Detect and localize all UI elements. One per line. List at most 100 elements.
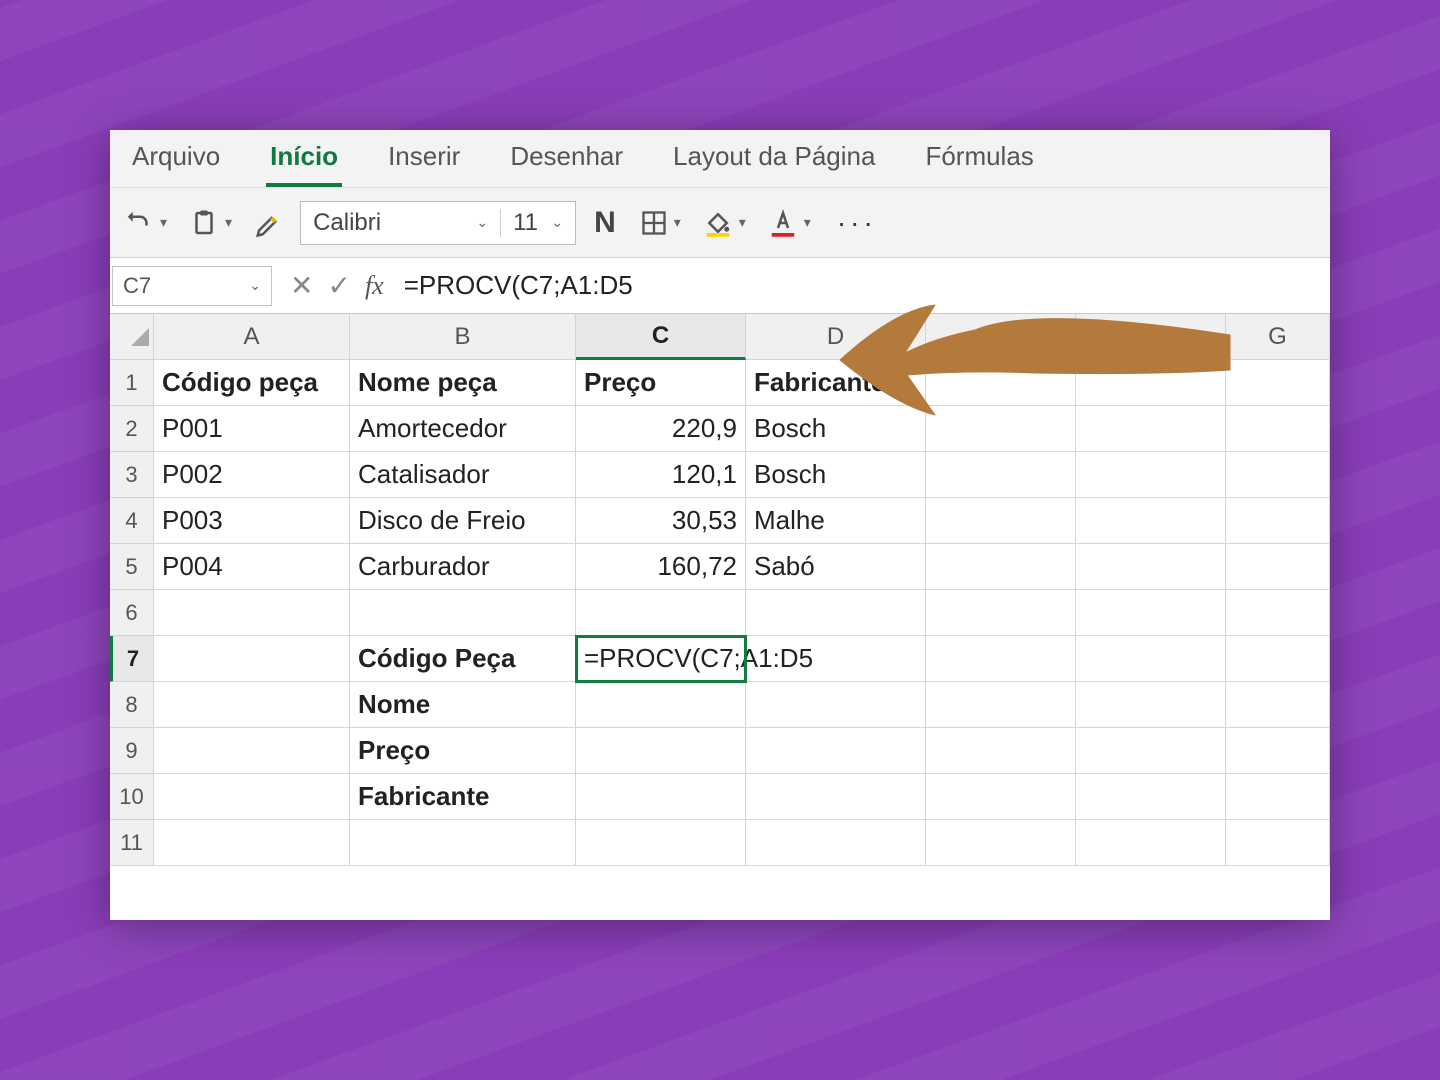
row-header-10[interactable]: 10 <box>110 774 154 820</box>
cell-B8[interactable]: Nome <box>350 682 576 728</box>
cell-B1[interactable]: Nome peça <box>350 360 576 406</box>
row-header-4[interactable]: 4 <box>110 498 154 544</box>
cell-D5[interactable]: Sabó <box>746 544 926 590</box>
cell-F11[interactable] <box>1076 820 1226 866</box>
font-color-button[interactable]: ▾ <box>762 204 817 242</box>
cell-B11[interactable] <box>350 820 576 866</box>
cancel-formula-button[interactable]: ✕ <box>290 269 313 302</box>
fill-color-button[interactable]: ▾ <box>697 204 752 242</box>
cell-G11[interactable] <box>1226 820 1330 866</box>
cell-G6[interactable] <box>1226 590 1330 636</box>
col-header-E[interactable]: E <box>926 314 1076 360</box>
cell-E8[interactable] <box>926 682 1076 728</box>
cell-B9[interactable]: Preço <box>350 728 576 774</box>
cell-F4[interactable] <box>1076 498 1226 544</box>
col-header-F[interactable]: F <box>1076 314 1226 360</box>
format-painter-button[interactable] <box>248 204 290 242</box>
cell-C6[interactable] <box>576 590 746 636</box>
cell-E2[interactable] <box>926 406 1076 452</box>
cell-G1[interactable] <box>1226 360 1330 406</box>
row-header-9[interactable]: 9 <box>110 728 154 774</box>
cell-B6[interactable] <box>350 590 576 636</box>
cell-B3[interactable]: Catalisador <box>350 452 576 498</box>
cell-C1[interactable]: Preço <box>576 360 746 406</box>
cell-C9[interactable] <box>576 728 746 774</box>
row-header-11[interactable]: 11 <box>110 820 154 866</box>
borders-button[interactable]: ▾ <box>634 205 687 241</box>
cell-G8[interactable] <box>1226 682 1330 728</box>
cell-G5[interactable] <box>1226 544 1330 590</box>
tab-inicio[interactable]: Início <box>266 130 342 187</box>
font-name-select[interactable]: Calibri ⌄ <box>301 209 501 237</box>
cell-D4[interactable]: Malhe <box>746 498 926 544</box>
cell-A11[interactable] <box>154 820 350 866</box>
cell-F3[interactable] <box>1076 452 1226 498</box>
row-header-6[interactable]: 6 <box>110 590 154 636</box>
tab-arquivo[interactable]: Arquivo <box>128 130 224 187</box>
font-size-select[interactable]: 11 ⌄ <box>501 209 575 237</box>
row-header-1[interactable]: 1 <box>110 360 154 406</box>
row-header-3[interactable]: 3 <box>110 452 154 498</box>
row-header-7[interactable]: 7 <box>110 636 154 682</box>
cell-D2[interactable]: Bosch <box>746 406 926 452</box>
formula-input[interactable]: =PROCV(C7;A1:D5 <box>394 270 1330 301</box>
cell-D9[interactable] <box>746 728 926 774</box>
cell-F2[interactable] <box>1076 406 1226 452</box>
cell-F9[interactable] <box>1076 728 1226 774</box>
col-header-G[interactable]: G <box>1226 314 1330 360</box>
cell-E6[interactable] <box>926 590 1076 636</box>
cell-E11[interactable] <box>926 820 1076 866</box>
cell-B4[interactable]: Disco de Freio <box>350 498 576 544</box>
fx-icon[interactable]: fx <box>365 271 384 301</box>
cell-A4[interactable]: P003 <box>154 498 350 544</box>
cell-C11[interactable] <box>576 820 746 866</box>
cell-D8[interactable] <box>746 682 926 728</box>
cell-A9[interactable] <box>154 728 350 774</box>
cell-F8[interactable] <box>1076 682 1226 728</box>
cell-B10[interactable]: Fabricante <box>350 774 576 820</box>
cell-E3[interactable] <box>926 452 1076 498</box>
cell-E10[interactable] <box>926 774 1076 820</box>
cell-F10[interactable] <box>1076 774 1226 820</box>
cell-G3[interactable] <box>1226 452 1330 498</box>
name-box[interactable]: C7 ⌄ <box>112 266 272 306</box>
row-header-8[interactable]: 8 <box>110 682 154 728</box>
cell-C10[interactable] <box>576 774 746 820</box>
cell-A6[interactable] <box>154 590 350 636</box>
select-all-corner[interactable] <box>110 314 154 360</box>
cell-A5[interactable]: P004 <box>154 544 350 590</box>
cell-D1[interactable]: Fabricante <box>746 360 926 406</box>
cell-G9[interactable] <box>1226 728 1330 774</box>
cell-A8[interactable] <box>154 682 350 728</box>
tab-desenhar[interactable]: Desenhar <box>506 130 627 187</box>
col-header-A[interactable]: A <box>154 314 350 360</box>
cell-C5[interactable]: 160,72 <box>576 544 746 590</box>
row-header-5[interactable]: 5 <box>110 544 154 590</box>
tab-formulas[interactable]: Fórmulas <box>921 130 1037 187</box>
cell-E9[interactable] <box>926 728 1076 774</box>
cell-A3[interactable]: P002 <box>154 452 350 498</box>
cell-F5[interactable] <box>1076 544 1226 590</box>
cell-E5[interactable] <box>926 544 1076 590</box>
col-header-D[interactable]: D <box>746 314 926 360</box>
spreadsheet-grid[interactable]: A B C D E F G 1 Código peça Nome peça Pr… <box>110 314 1330 866</box>
cell-C3[interactable]: 120,1 <box>576 452 746 498</box>
bold-button[interactable]: N <box>586 206 624 240</box>
cell-B5[interactable]: Carburador <box>350 544 576 590</box>
cell-C7[interactable]: =PROCV(C7;A1:D5 <box>576 636 746 682</box>
cell-A7[interactable] <box>154 636 350 682</box>
cell-C2[interactable]: 220,9 <box>576 406 746 452</box>
cell-C4[interactable]: 30,53 <box>576 498 746 544</box>
cell-A10[interactable] <box>154 774 350 820</box>
tab-layout[interactable]: Layout da Página <box>669 130 879 187</box>
more-commands[interactable]: ··· <box>827 207 877 239</box>
cell-D11[interactable] <box>746 820 926 866</box>
cell-F7[interactable] <box>1076 636 1226 682</box>
cell-D10[interactable] <box>746 774 926 820</box>
cell-D3[interactable]: Bosch <box>746 452 926 498</box>
cell-G10[interactable] <box>1226 774 1330 820</box>
cell-G7[interactable] <box>1226 636 1330 682</box>
cell-F6[interactable] <box>1076 590 1226 636</box>
row-header-2[interactable]: 2 <box>110 406 154 452</box>
accept-formula-button[interactable]: ✓ <box>327 269 350 302</box>
